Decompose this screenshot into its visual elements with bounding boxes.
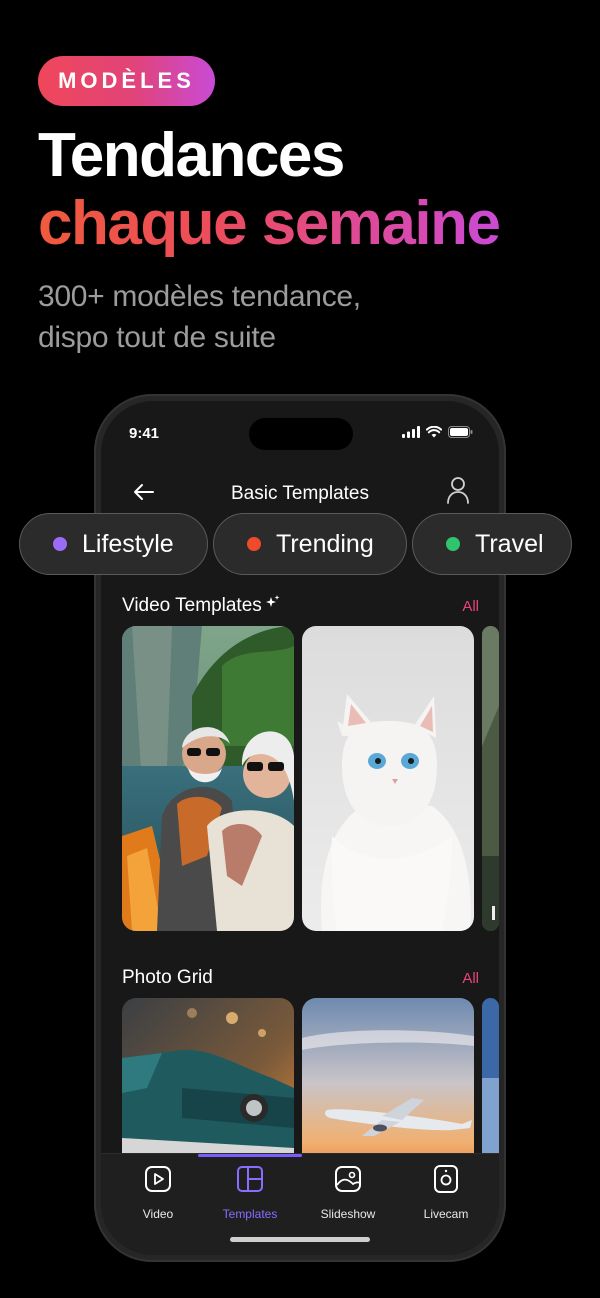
- category-badge: MODÈLES: [38, 56, 215, 106]
- section-title-photo-grid: Photo Grid: [122, 967, 213, 988]
- trending-dot: [247, 537, 261, 551]
- dynamic-island: [249, 418, 353, 450]
- tab-templates-label: Templates: [222, 1207, 278, 1221]
- wifi-icon: [426, 426, 442, 438]
- status-icons: [402, 426, 473, 438]
- chip-trending[interactable]: Trending: [213, 513, 407, 575]
- chip-travel-label: Travel: [475, 529, 544, 558]
- tab-video-label: Video: [142, 1207, 174, 1221]
- sparkle-icon: [265, 595, 280, 607]
- chip-travel[interactable]: Travel: [412, 513, 572, 575]
- white-cat-image: [302, 626, 474, 931]
- lifestyle-dot: [53, 537, 67, 551]
- forest-image: [482, 626, 499, 931]
- section-title-video-label: Video Templates: [122, 595, 262, 616]
- video-template-card-cat[interactable]: [302, 626, 474, 931]
- chip-trending-label: Trending: [276, 529, 374, 558]
- subtitle-line2: dispo tout de suite: [38, 321, 276, 354]
- profile-icon[interactable]: [445, 475, 471, 505]
- tab-video[interactable]: Video: [113, 1164, 203, 1221]
- tab-templates[interactable]: Templates: [205, 1164, 295, 1221]
- play-icon: [145, 1166, 171, 1192]
- subtitle: 300+ modèles tendance, dispo tout de sui…: [38, 276, 361, 358]
- video-template-card-partial[interactable]: [482, 626, 499, 931]
- camera-icon: [434, 1165, 458, 1193]
- tab-slideshow-label: Slideshow: [320, 1207, 376, 1221]
- section-title-video: Video Templates: [122, 595, 280, 617]
- airplane-sunset-image: [302, 998, 474, 1168]
- badge-label: MODÈLES: [58, 68, 195, 93]
- signal-icon: [402, 426, 420, 438]
- slideshow-icon: [335, 1166, 361, 1192]
- video-all-link[interactable]: All: [462, 598, 479, 615]
- battery-icon: [448, 426, 473, 438]
- sky-image: [482, 998, 499, 1168]
- photo-grid-card-partial[interactable]: [482, 998, 499, 1168]
- vintage-car-image: [122, 998, 294, 1168]
- home-indicator: [230, 1237, 370, 1242]
- nav-title: Basic Templates: [231, 483, 369, 504]
- status-time: 9:41: [129, 425, 160, 442]
- tab-slideshow[interactable]: Slideshow: [303, 1164, 393, 1221]
- photo-grid-card-car[interactable]: [122, 998, 294, 1168]
- chip-lifestyle-label: Lifestyle: [82, 529, 174, 558]
- photo-grid-card-airplane[interactable]: [302, 998, 474, 1168]
- couple-on-boat-image: [122, 626, 294, 931]
- active-tab-indicator: [198, 1154, 302, 1157]
- subtitle-line1: 300+ modèles tendance,: [38, 280, 361, 313]
- headline-line1: Tendances: [38, 121, 345, 190]
- tab-livecam-label: Livecam: [423, 1207, 469, 1221]
- headline-line2: chaque semaine: [38, 186, 501, 262]
- templates-grid-icon: [237, 1166, 263, 1192]
- tab-livecam[interactable]: Livecam: [401, 1164, 491, 1221]
- travel-dot: [446, 537, 460, 551]
- photo-grid-all-link[interactable]: All: [462, 970, 479, 987]
- chip-lifestyle[interactable]: Lifestyle: [19, 513, 208, 575]
- video-template-card-couple[interactable]: [122, 626, 294, 931]
